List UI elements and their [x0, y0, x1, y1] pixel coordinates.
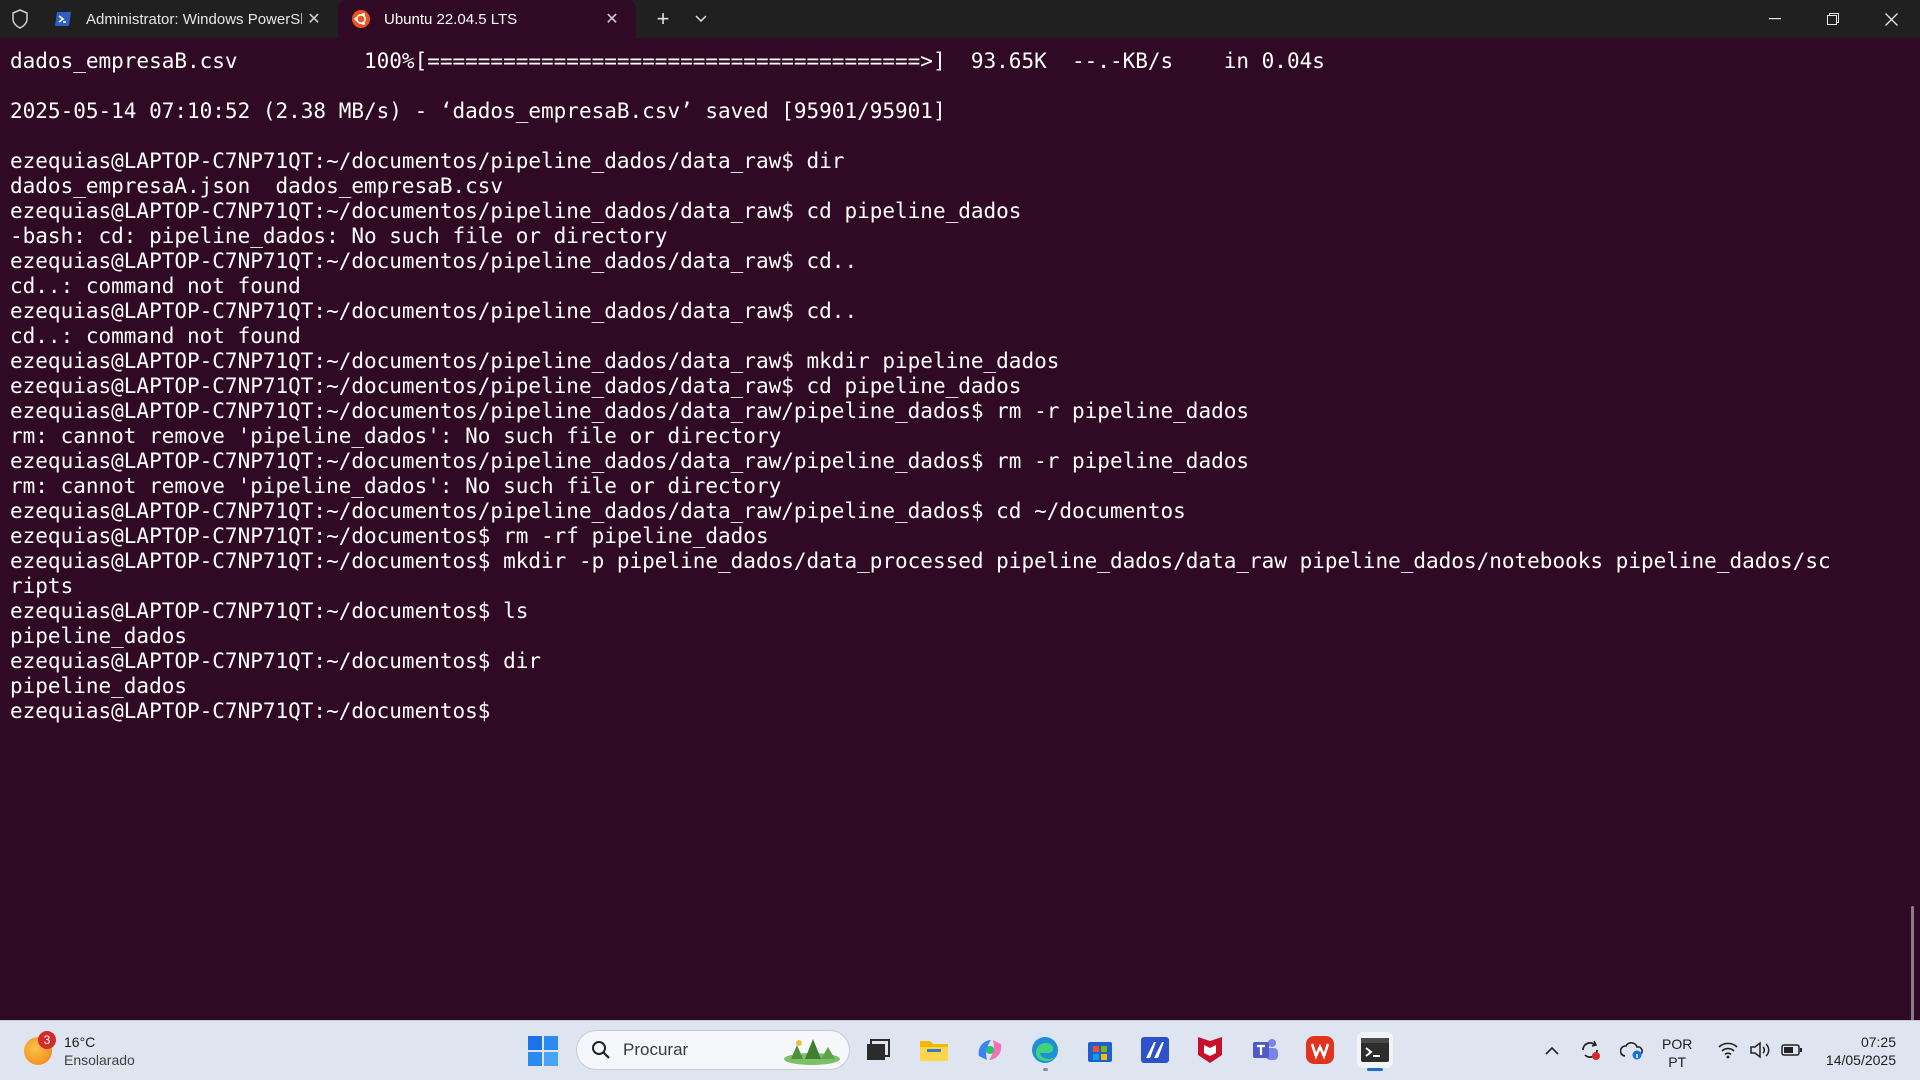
terminal-line: -bash: cd: pipeline_dados: No such file … — [10, 224, 668, 248]
terminal-line: ezequias@LAPTOP-C7NP71QT:~/documentos/pi… — [10, 299, 858, 323]
file-explorer-icon — [920, 1041, 948, 1061]
start-button[interactable] — [528, 1036, 558, 1066]
close-icon[interactable]: ✕ — [600, 7, 624, 31]
volume-icon — [1750, 1041, 1770, 1059]
terminal-line: rm: cannot remove 'pipeline_dados': No s… — [10, 474, 782, 498]
scrollbar-thumb[interactable] — [1911, 906, 1914, 1032]
terminal-line: cd..: command not found — [10, 274, 301, 298]
store-icon — [1088, 1042, 1112, 1062]
teams-button[interactable] — [1247, 1032, 1283, 1068]
copilot-icon — [978, 1040, 1002, 1060]
wifi-icon — [1718, 1042, 1738, 1059]
weather-widget[interactable]: 3 16°C Ensolarado — [24, 1029, 135, 1073]
new-tab-button[interactable]: + — [644, 0, 682, 38]
language-line1: POR — [1662, 1036, 1693, 1052]
restore-icon — [1827, 13, 1839, 25]
terminal-line: ezequias@LAPTOP-C7NP71QT:~/documentos/pi… — [10, 349, 1060, 373]
search-highlight-icon — [784, 1039, 840, 1065]
terminal-line: 2025-05-14 07:10:52 (2.38 MB/s) - ‘dados… — [10, 99, 946, 123]
terminal-line: ezequias@LAPTOP-C7NP71QT:~/documentos$ d… — [10, 649, 542, 673]
restore-button[interactable] — [1804, 0, 1862, 38]
quick-settings-button[interactable] — [1708, 1034, 1812, 1066]
tab-ubuntu[interactable]: Ubuntu 22.04.5 LTS ✕ — [338, 0, 636, 38]
search-placeholder: Procurar — [623, 1040, 689, 1059]
terminal-line: ripts — [10, 574, 74, 598]
sync-icon — [1582, 1040, 1600, 1060]
powershell-icon — [54, 10, 72, 28]
close-icon[interactable]: ✕ — [302, 7, 326, 31]
terminal-line: dados_empresaB.csv 100%[================… — [10, 49, 1325, 73]
title-bar: Administrator: Windows PowerShell ✕ Ubun… — [0, 0, 1920, 38]
terminal-line: dados_empresaA.json dados_empresaB.csv — [10, 174, 504, 198]
minimize-button[interactable] — [1746, 0, 1804, 38]
sync-tray-button[interactable] — [1574, 1034, 1606, 1066]
task-view-button[interactable] — [860, 1032, 896, 1068]
task-view-icon — [867, 1039, 890, 1060]
chevron-up-icon — [1545, 1046, 1559, 1055]
terminal-line: ezequias@LAPTOP-C7NP71QT:~/documentos/pi… — [10, 199, 1022, 223]
terminal-line: ezequias@LAPTOP-C7NP71QT:~/documentos$ l… — [10, 599, 529, 623]
copilot-button[interactable] — [972, 1032, 1008, 1068]
terminal-line: pipeline_dados — [10, 624, 188, 648]
close-window-button[interactable] — [1862, 0, 1920, 38]
terminal-line: rm: cannot remove 'pipeline_dados': No s… — [10, 424, 782, 448]
show-hidden-icons-button[interactable] — [1536, 1034, 1568, 1066]
terminal-line: ezequias@LAPTOP-C7NP71QT:~/documentos/pi… — [10, 374, 1022, 398]
search-box[interactable]: Procurar — [576, 1030, 850, 1070]
network-status-button[interactable] — [1616, 1034, 1648, 1066]
tab-dropdown-button[interactable] — [682, 0, 720, 38]
terminal-line: ezequias@LAPTOP-C7NP71QT:~/documentos/pi… — [10, 399, 1250, 423]
file-explorer-button[interactable] — [916, 1032, 952, 1068]
mcafee-button[interactable] — [1192, 1032, 1228, 1068]
wps-office-button[interactable] — [1302, 1032, 1338, 1068]
ubuntu-icon — [352, 10, 370, 28]
editor-button[interactable] — [1137, 1032, 1173, 1068]
store-button[interactable] — [1082, 1032, 1118, 1068]
terminal-output[interactable]: dados_empresaB.csv 100%[================… — [0, 38, 1920, 1032]
terminal-prompt[interactable]: ezequias@LAPTOP-C7NP71QT:~/documentos$ — [10, 699, 503, 724]
mcafee-icon — [1198, 1037, 1222, 1063]
wps-office-icon — [1306, 1036, 1334, 1064]
taskbar: 3 16°C Ensolarado Procurar POR PT 07:25 … — [0, 1020, 1920, 1080]
edge-icon — [1032, 1037, 1058, 1063]
terminal-line: cd..: command not found — [10, 324, 301, 348]
sun-icon: 3 — [24, 1031, 56, 1065]
search-icon — [592, 1041, 610, 1059]
terminal-button[interactable] — [1357, 1032, 1393, 1071]
tab-powershell[interactable]: Administrator: Windows PowerShell ✕ — [40, 0, 338, 38]
weather-condition: Ensolarado — [64, 1052, 135, 1068]
close-icon — [1884, 12, 1898, 26]
teams-icon — [1253, 1039, 1278, 1060]
notification-badge: 3 — [38, 1031, 56, 1049]
input-language-button[interactable]: POR PT — [1662, 1035, 1692, 1071]
clock-date: 14/05/2025 — [1825, 1052, 1896, 1068]
vscode-like-icon — [1141, 1037, 1169, 1063]
terminal-icon — [1361, 1038, 1389, 1062]
tab-title: Administrator: Windows PowerShell — [86, 10, 302, 28]
cloud-info-icon — [1620, 1042, 1643, 1060]
terminal-line: ezequias@LAPTOP-C7NP71QT:~/documentos/pi… — [10, 499, 1186, 523]
minimize-icon — [1769, 18, 1781, 20]
language-line2: PT — [1668, 1054, 1687, 1070]
windows-icon — [528, 1036, 558, 1066]
terminal-line: pipeline_dados — [10, 674, 188, 698]
battery-icon — [1781, 1044, 1802, 1056]
clock[interactable]: 07:25 14/05/2025 — [1826, 1033, 1896, 1069]
chevron-down-icon — [695, 15, 707, 23]
weather-temperature: 16°C — [64, 1034, 96, 1050]
terminal-line: ezequias@LAPTOP-C7NP71QT:~/documentos$ r… — [10, 524, 769, 548]
edge-button[interactable] — [1027, 1032, 1063, 1071]
terminal-line: ezequias@LAPTOP-C7NP71QT:~/documentos/pi… — [10, 249, 858, 273]
plus-icon: + — [656, 6, 670, 31]
terminal-line: ezequias@LAPTOP-C7NP71QT:~/documentos$ m… — [10, 549, 1831, 573]
terminal-line: ezequias@LAPTOP-C7NP71QT:~/documentos/pi… — [10, 149, 845, 173]
shield-icon — [0, 0, 40, 38]
terminal-line: ezequias@LAPTOP-C7NP71QT:~/documentos/pi… — [10, 449, 1250, 473]
tab-title: Ubuntu 22.04.5 LTS — [384, 10, 518, 28]
clock-time: 07:25 — [1860, 1034, 1896, 1050]
